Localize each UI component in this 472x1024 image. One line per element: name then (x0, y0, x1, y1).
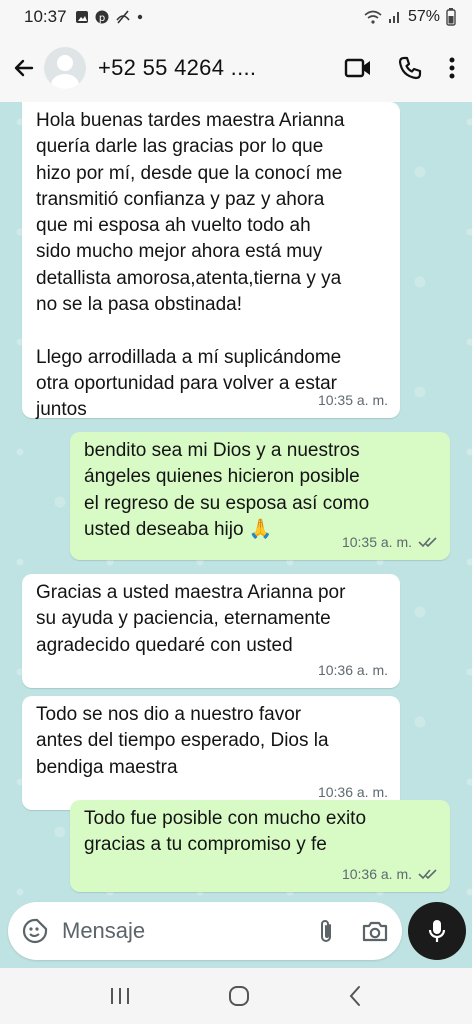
message-time: 10:36 a. m. (317, 661, 388, 678)
message-incoming[interactable]: Todo se nos dio a nuestro favor antes de… (22, 696, 400, 810)
signal-icon (388, 12, 399, 23)
message-text: bendito sea mi Dios y a nuestros ángeles… (84, 440, 370, 540)
message-text: Gracias a usted maestra Arianna por su a… (36, 582, 346, 656)
message-text: Todo se nos dio a nuestro favor antes de… (36, 704, 329, 778)
svg-text:p: p (98, 13, 104, 24)
message-time: 10:36 a. m. (341, 865, 412, 882)
recent-apps-icon[interactable] (109, 986, 131, 1006)
message-text: Todo fue posible con mucho exito gracias… (84, 808, 367, 856)
message-placeholder[interactable]: Mensaje (62, 918, 318, 944)
message-time: 10:35 a. m. (317, 391, 388, 408)
message-outgoing[interactable]: Todo fue posible con mucho exito gracias… (70, 800, 450, 892)
gallery-icon (75, 11, 88, 23)
camera-icon[interactable] (362, 920, 388, 942)
message-incoming[interactable]: Gracias a usted maestra Arianna por su a… (22, 574, 400, 688)
status-bar: 10:37 p 57% (0, 0, 472, 34)
pinterest-icon: p (95, 10, 109, 24)
avatar[interactable] (44, 47, 86, 89)
attach-icon[interactable] (318, 918, 334, 944)
chat-area[interactable]: Hola buenas tardes maestra Arianna querí… (0, 102, 472, 968)
message-incoming[interactable]: Hola buenas tardes maestra Arianna querí… (22, 102, 400, 420)
back-icon[interactable] (347, 985, 363, 1007)
message-text: Hola buenas tardes maestra Arianna querí… (36, 110, 345, 421)
message-input[interactable]: Mensaje (8, 902, 402, 960)
status-time: 10:37 (24, 7, 67, 26)
mic-button[interactable] (408, 902, 466, 960)
battery-icon (446, 8, 456, 26)
emoji-sticker-icon[interactable] (22, 918, 48, 944)
back-arrow-icon[interactable] (10, 54, 38, 82)
contact-name[interactable]: +52 55 4264 .... (98, 55, 256, 81)
wifi-icon (364, 10, 382, 24)
more-vert-icon[interactable] (448, 56, 456, 80)
phone-icon[interactable] (398, 56, 422, 80)
battery-percent: 57% (407, 8, 440, 25)
double-check-icon (418, 869, 437, 880)
sync-off-icon (115, 10, 130, 24)
home-icon[interactable] (228, 985, 250, 1007)
system-nav-bar (0, 968, 472, 1024)
message-outgoing[interactable]: bendito sea mi Dios y a nuestros ángeles… (70, 432, 450, 560)
message-time: 10:35 a. m. (341, 533, 412, 550)
dot-icon (137, 14, 142, 20)
chat-header: +52 55 4264 .... (0, 34, 472, 102)
mic-icon (428, 920, 446, 942)
double-check-icon (418, 537, 437, 548)
video-call-icon[interactable] (344, 57, 372, 79)
